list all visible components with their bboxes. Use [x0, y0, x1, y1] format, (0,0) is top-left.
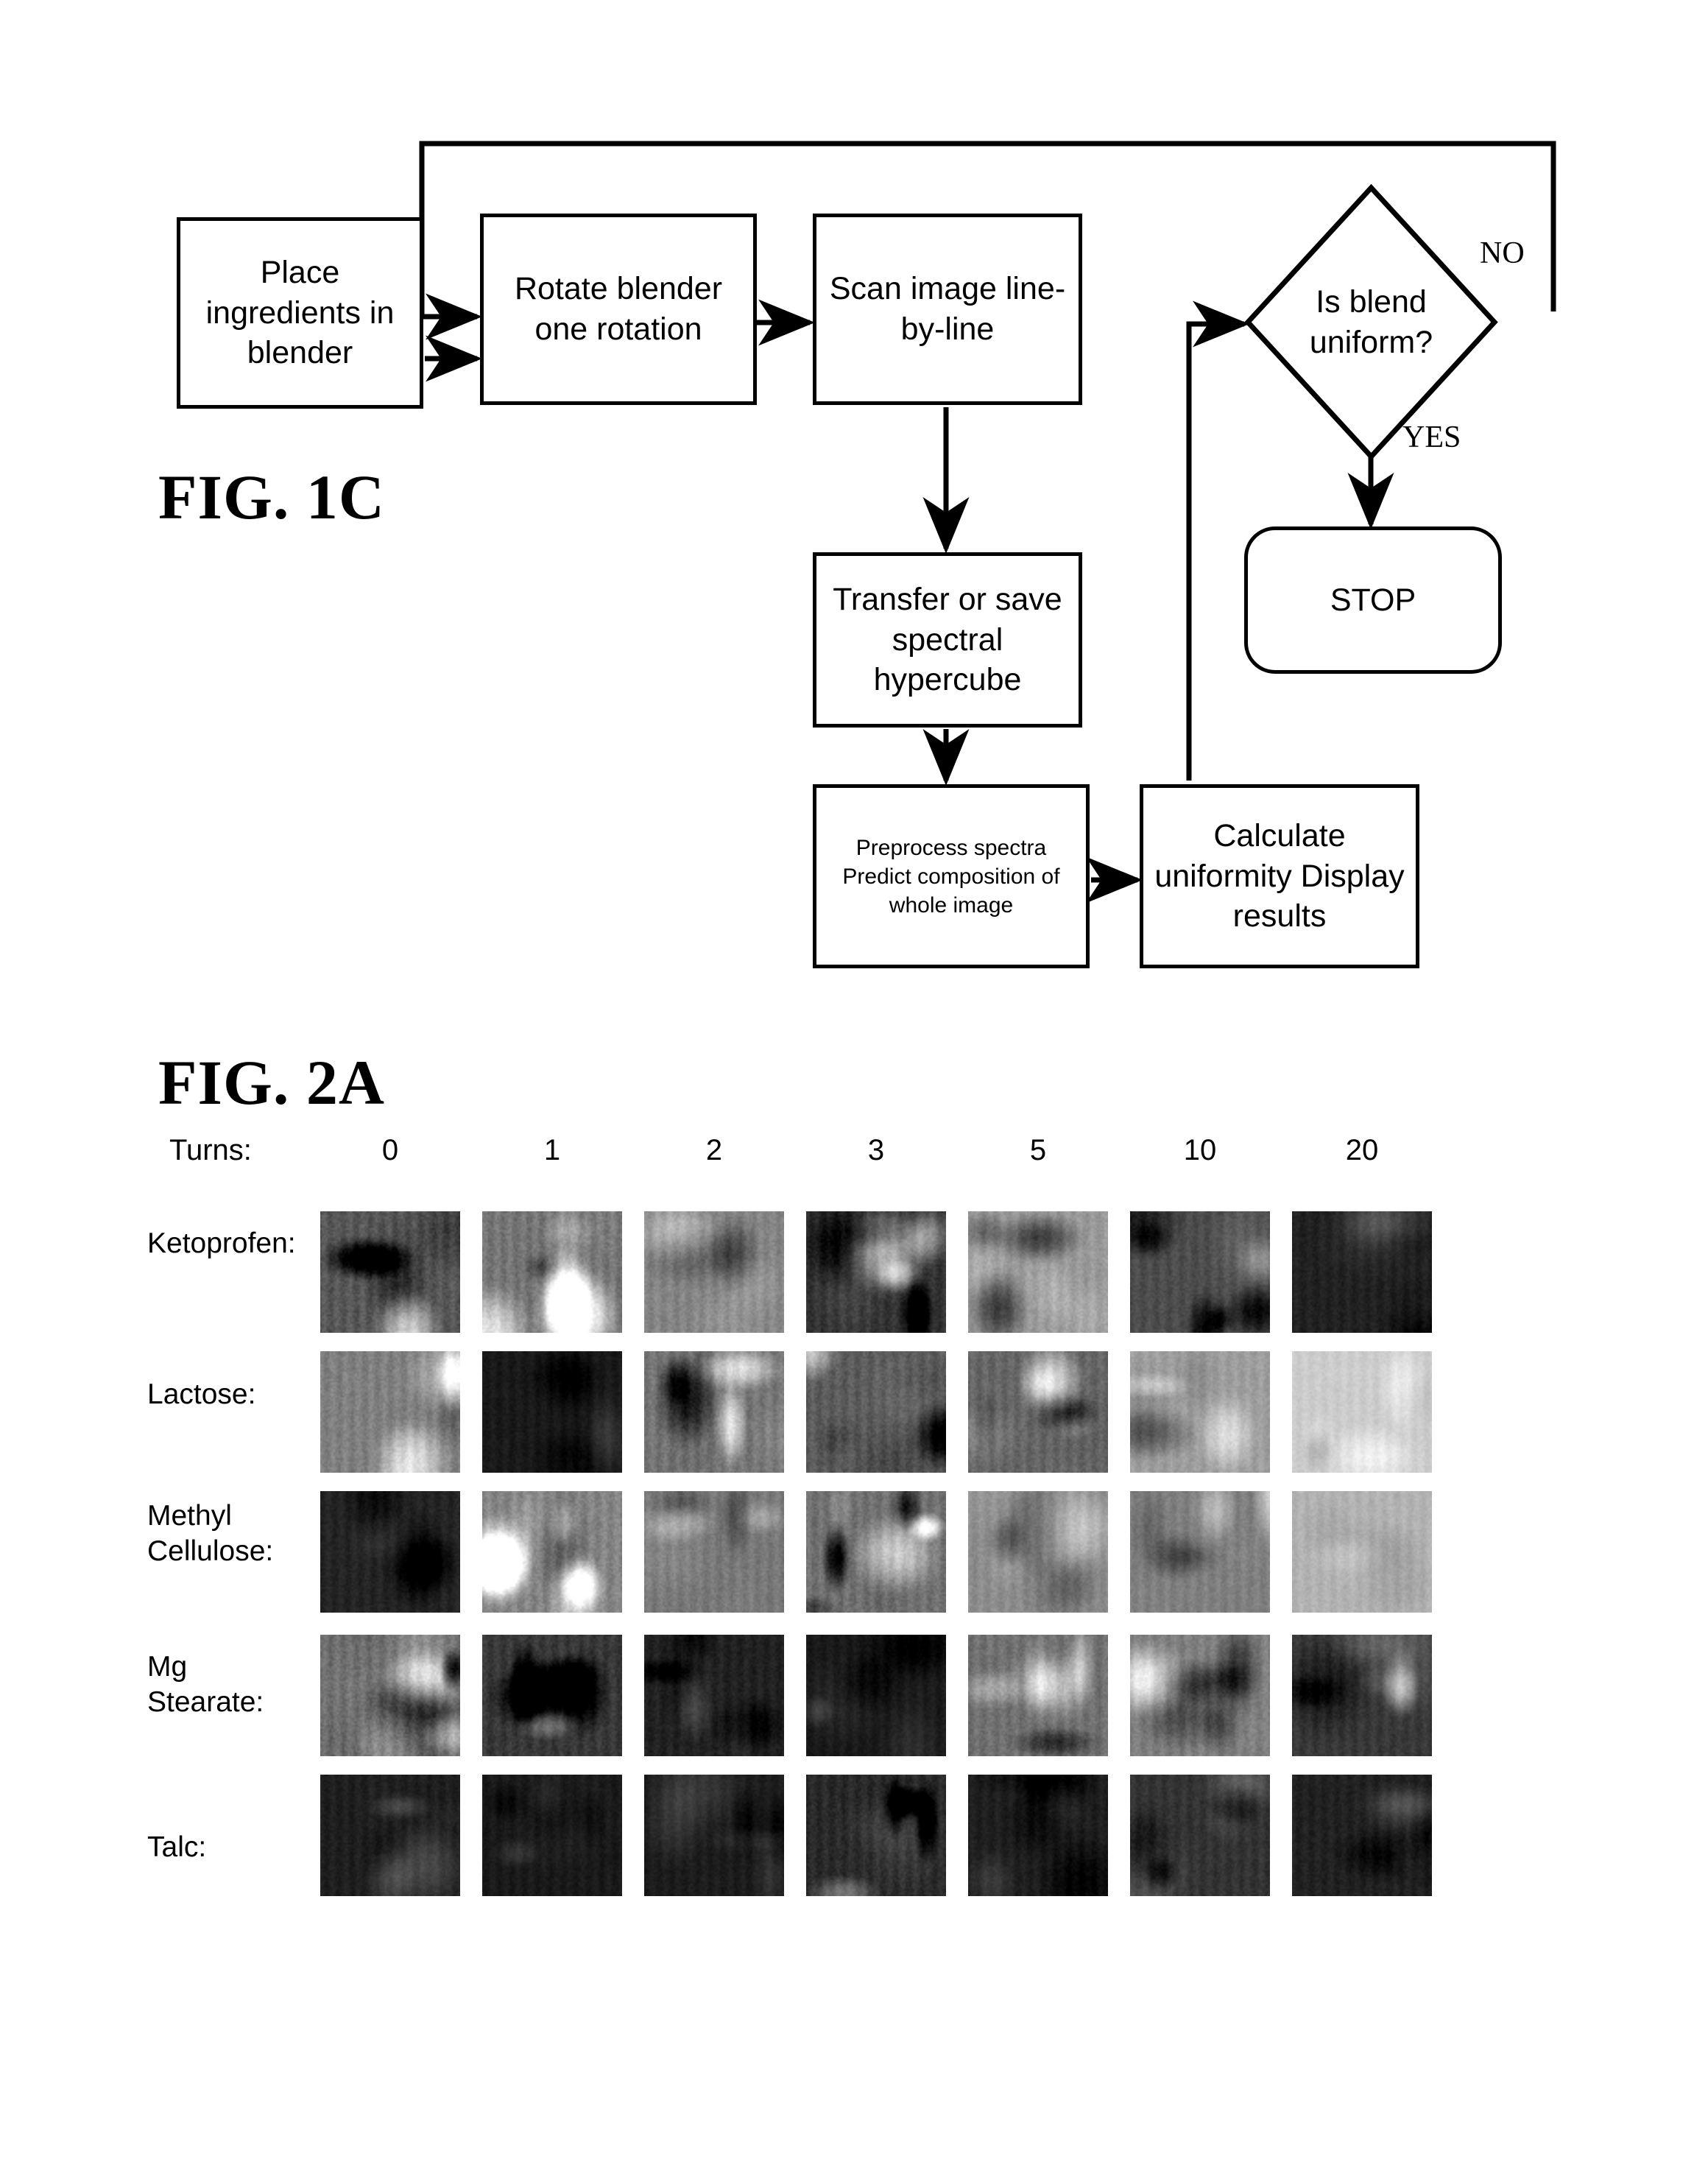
edge-label-yes: YES — [1402, 420, 1461, 454]
column-header-turns-0: 0 — [381, 1134, 399, 1166]
tile-3-0 — [320, 1635, 460, 1756]
tile-3-1 — [482, 1635, 622, 1756]
tile-4-1 — [482, 1775, 622, 1896]
tile-2-3 — [806, 1491, 946, 1613]
flowchart-node-stop: STOP — [1244, 526, 1502, 674]
tile-1-6 — [1292, 1351, 1432, 1473]
flowchart-node-calculate-uniformity: Calculate uniformity Display results — [1140, 784, 1419, 968]
row-label-lactose: Lactose: — [147, 1378, 256, 1410]
tile-3-4 — [968, 1635, 1108, 1756]
decision-label: Is blend uniform? — [1309, 283, 1433, 360]
flowchart-node-rotate-blender: Rotate blender one rotation — [480, 214, 757, 405]
flowchart-node-transfer-hypercube: Transfer or save spectral hypercube — [813, 552, 1082, 728]
tile-3-5 — [1130, 1635, 1270, 1756]
turns-header-row: Turns: 0 1 2 3 5 10 20 — [0, 1134, 1708, 1178]
column-header-turns-10: 10 — [1183, 1134, 1217, 1166]
tile-3-3 — [806, 1635, 946, 1756]
figure-1c: Place ingredients in blender Rotate blen… — [0, 0, 1708, 1016]
column-header-turns-2: 2 — [705, 1134, 723, 1166]
column-header-turns-20: 20 — [1345, 1134, 1379, 1166]
tile-4-3 — [806, 1775, 946, 1896]
row-label-mg-stearate: Mg Stearate: — [147, 1651, 264, 1718]
column-header-turns-3: 3 — [867, 1134, 885, 1166]
tile-0-4 — [968, 1211, 1108, 1333]
figure-2a: FIG. 2A Turns: 0 1 2 3 5 10 20 Ketoprofen: Lact… — [0, 1016, 1708, 2159]
tile-2-2 — [644, 1491, 784, 1613]
row-label-ketoprofen: Ketoprofen: — [147, 1228, 296, 1259]
figure-1c-label: FIG. 1C — [158, 462, 385, 532]
row-label-talc: Talc: — [147, 1831, 207, 1863]
tile-2-1 — [482, 1491, 622, 1613]
tile-2-0 — [320, 1491, 460, 1613]
tile-3-2 — [644, 1635, 784, 1756]
tile-1-5 — [1130, 1351, 1270, 1473]
tile-0-5 — [1130, 1211, 1270, 1333]
tile-1-3 — [806, 1351, 946, 1473]
tile-3-6 — [1292, 1635, 1432, 1756]
tile-2-4 — [968, 1491, 1108, 1613]
flowchart-decision-is-blend-uniform: Is blend uniform? — [1244, 184, 1498, 460]
flowchart-node-place-ingredients: Place ingredients in blender — [177, 217, 423, 409]
column-header-turns-5: 5 — [1029, 1134, 1047, 1166]
tile-4-0 — [320, 1775, 460, 1896]
tile-4-2 — [644, 1775, 784, 1896]
tile-0-3 — [806, 1211, 946, 1333]
tile-4-6 — [1292, 1775, 1432, 1896]
tile-1-1 — [482, 1351, 622, 1473]
tile-0-0 — [320, 1211, 460, 1333]
row-label-methyl-cellulose: Methyl Cellulose: — [147, 1500, 274, 1567]
flowchart-node-preprocess-spectra: Preprocess spectra Predict composition o… — [813, 784, 1090, 968]
tile-1-2 — [644, 1351, 784, 1473]
tile-0-6 — [1292, 1211, 1432, 1333]
tile-4-4 — [968, 1775, 1108, 1896]
tile-4-5 — [1130, 1775, 1270, 1896]
figure-2a-label: FIG. 2A — [158, 1047, 385, 1118]
turns-axis-label: Turns: — [169, 1134, 252, 1166]
tile-0-1 — [482, 1211, 622, 1333]
tile-2-6 — [1292, 1491, 1432, 1613]
column-header-turns-1: 1 — [543, 1134, 561, 1166]
tile-2-5 — [1130, 1491, 1270, 1613]
edge-label-no: NO — [1480, 236, 1525, 270]
flowchart-node-scan-image: Scan image line-by-line — [813, 214, 1082, 405]
tile-1-4 — [968, 1351, 1108, 1473]
patent-figure-page: Place ingredients in blender Rotate blen… — [0, 0, 1708, 2159]
tile-1-0 — [320, 1351, 460, 1473]
tile-0-2 — [644, 1211, 784, 1333]
